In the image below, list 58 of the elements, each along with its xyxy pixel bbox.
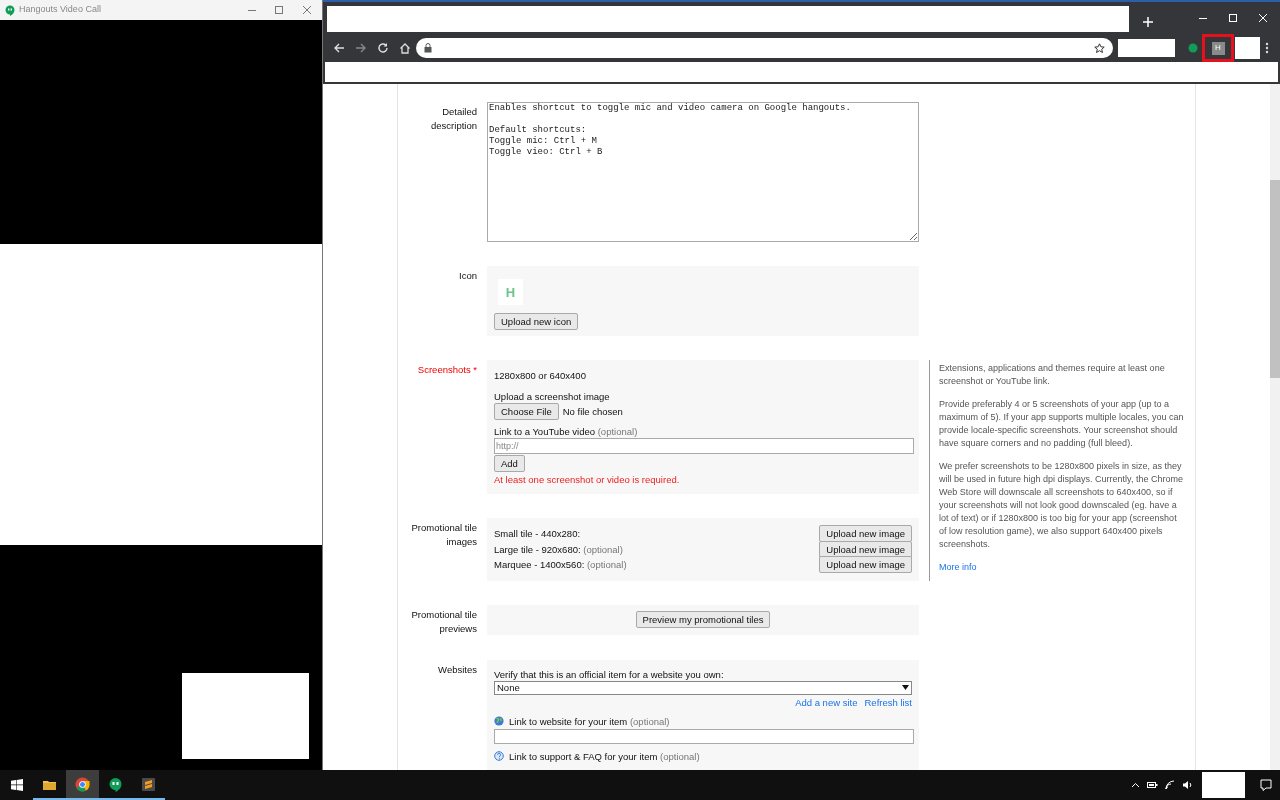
tile-label: Small tile - 440x280: <box>494 527 581 541</box>
upload-label: Upload a screenshot image <box>494 390 610 403</box>
file-status: No file chosen <box>562 405 623 418</box>
back-icon[interactable] <box>333 42 345 54</box>
link[interactable]: Add a new site <box>795 695 858 709</box>
button[interactable]: Add <box>494 455 525 472</box>
url-field[interactable]: http:// <box>494 438 914 454</box>
error-message: At least one screenshot or video is required. <box>494 473 680 486</box>
windows-logo-icon[interactable] <box>10 779 23 791</box>
volume-icon[interactable] <box>1182 780 1193 790</box>
field-label: Link to website for your item (optional) <box>509 714 670 728</box>
field-label: Promotional tile images <box>410 521 477 549</box>
scrollbar-thumb[interactable] <box>1270 180 1280 378</box>
field-label: Link to support & FAQ for your item (optional) <box>509 749 700 763</box>
help-icon <box>494 751 504 761</box>
site-dropdown[interactable]: None <box>494 680 912 695</box>
home-icon[interactable] <box>399 42 411 54</box>
chat-bubble-icon <box>108 776 123 792</box>
extension-icon[interactable] <box>1188 43 1198 53</box>
link[interactable]: Refresh list <box>864 695 912 709</box>
taskbar-button[interactable] <box>66 770 99 800</box>
new-tab-icon[interactable] <box>1143 17 1153 27</box>
scrollbar[interactable] <box>1270 84 1280 770</box>
browser-icon <box>75 776 90 792</box>
window-title: Hangouts Video Call <box>19 3 102 17</box>
url-field[interactable] <box>494 728 914 744</box>
caret-up-icon[interactable] <box>1131 782 1140 788</box>
field-label: Detailed description <box>430 105 477 133</box>
size-text: 1280x800 or 640x400 <box>494 369 586 382</box>
button[interactable]: Preview my promotional tiles <box>635 611 771 628</box>
field-label: Screenshots * <box>416 363 477 377</box>
description-textarea[interactable]: Enables shortcut to toggle mic and video camera on Google hangouts. Default shortcuts: Toggle mic: Ctrl + M Toggle vieo: Ctrl + B <box>487 102 919 242</box>
star-icon[interactable] <box>1094 42 1105 54</box>
button[interactable]: Upload new icon <box>494 313 579 330</box>
help-text: Provide preferably 4 or 5 screenshots of your app (up to a maximum of 5). If your app supports multiple locales, you can provide locale-specific screenshots. Your screenshot should have square corners and no padding (full bleed). <box>939 398 1184 450</box>
menu-icon[interactable] <box>1265 42 1269 54</box>
icon-letter: H <box>505 285 516 299</box>
button[interactable]: Upload new image <box>819 556 912 574</box>
dropdown-arrow-icon <box>902 685 909 690</box>
field-label: Icon <box>458 269 477 283</box>
field-label: Promotional tile previews <box>410 607 477 636</box>
tile-label: Large tile - 920x680: (optional) <box>494 542 623 556</box>
forward-icon[interactable] <box>355 42 367 54</box>
help-text: Extensions, applications and themes require at least one screenshot or YouTube link. <box>939 362 1166 388</box>
lock-icon <box>424 43 432 53</box>
field-label: Websites <box>437 662 477 677</box>
help-text: We prefer screenshots to be 1280x800 pixels in size, as they will be used in future high dpi displays. Currently, the Chrome Web Store will downscale all screenshots to 640x400, so if your screenshots will not look good downscaled (eg. have a lot of text) or if 1280x800 is too big for your app (screenshot of low resolution game), we also support 640x400 pixels screenshots. <box>939 460 1184 551</box>
globe-icon <box>494 716 504 726</box>
button[interactable]: Choose File <box>494 403 559 420</box>
editor-icon <box>141 776 156 792</box>
video-label: Link to a YouTube video (optional) <box>494 425 638 438</box>
verify-label: Verify that this is an official item for a website you own: <box>494 667 725 681</box>
notification-icon[interactable] <box>1260 779 1272 791</box>
reload-icon[interactable] <box>377 42 389 54</box>
more-info-link[interactable]: More info <box>939 561 1184 574</box>
tile-label: Marquee - 1400x560: (optional) <box>494 558 627 572</box>
chat-bubble-icon <box>5 4 15 16</box>
power-icon[interactable] <box>1147 781 1158 789</box>
